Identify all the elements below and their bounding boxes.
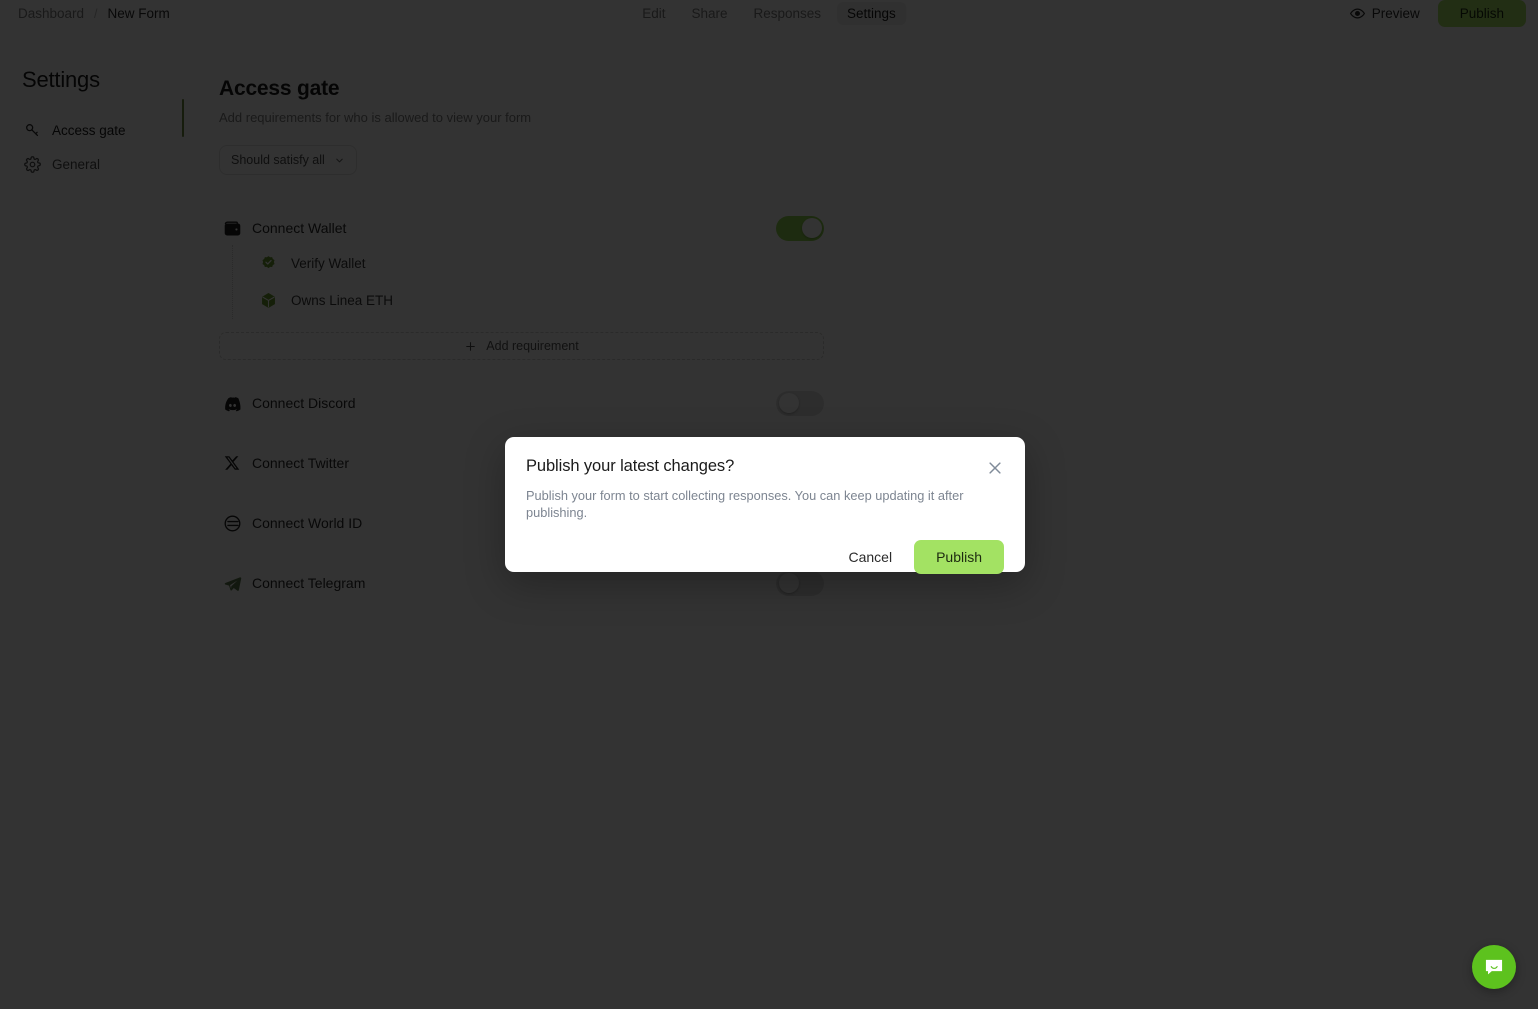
chat-launcher-button[interactable] <box>1472 945 1516 989</box>
modal-description: Publish your form to start collecting re… <box>526 488 964 521</box>
publish-button-modal[interactable]: Publish <box>914 539 1004 574</box>
modal-title: Publish your latest changes? <box>526 457 735 475</box>
chat-bubble-icon <box>1483 956 1505 978</box>
modal-actions: Cancel Publish <box>526 539 1004 574</box>
cancel-button[interactable]: Cancel <box>836 541 904 573</box>
close-icon[interactable] <box>986 459 1004 477</box>
publish-confirmation-modal: Publish your latest changes? Publish you… <box>505 437 1025 574</box>
modal-header: Publish your latest changes? <box>526 457 1004 477</box>
